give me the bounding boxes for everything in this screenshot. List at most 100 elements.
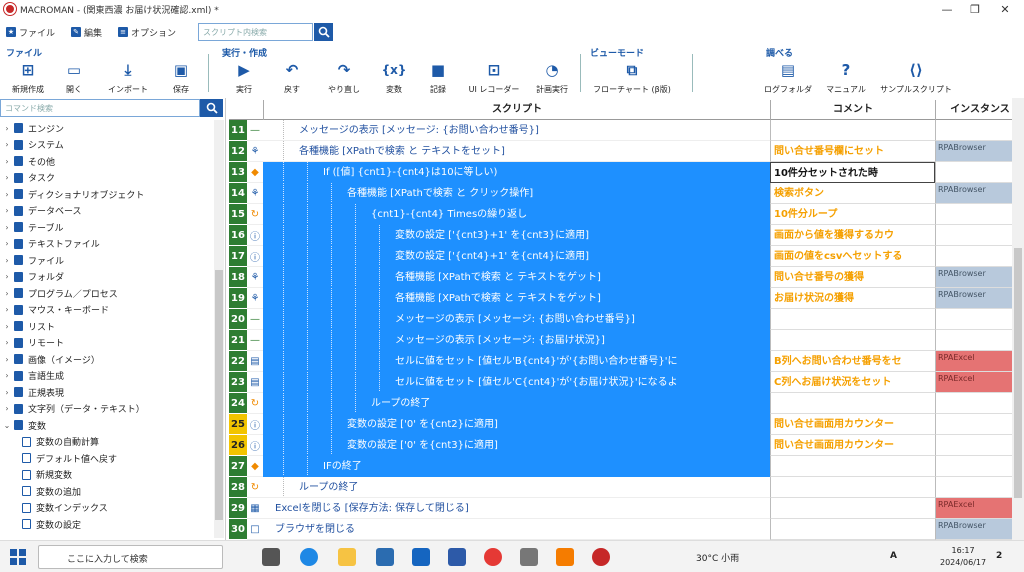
instance-cell[interactable]: RPAExcel [935, 498, 1013, 519]
table-row[interactable]: 26 ⓘ 変数の設定 ['0' を{cnt3}に適用] 問い合せ画面用カウンター [229, 435, 1024, 456]
table-row[interactable]: 24 ↻ ループの終了 [229, 393, 1024, 414]
undo-button[interactable]: ↶ 戻す [268, 58, 316, 98]
tree-child-item[interactable]: 変数の設定 [0, 516, 212, 533]
variable-button[interactable]: {x} 変数 [370, 58, 418, 98]
table-row[interactable]: 28 ↻ ループの終了 [229, 477, 1024, 498]
script-cell[interactable]: {cnt1}-{cnt4} Timesの繰り返し [263, 204, 770, 225]
script-cell[interactable]: 変数の設定 ['0' を{cnt3}に適用] [263, 435, 770, 456]
instance-cell[interactable]: RPABrowser [935, 519, 1013, 540]
header-instance[interactable]: インスタンス [935, 100, 1024, 120]
instance-cell[interactable] [935, 204, 1013, 225]
tree-item[interactable]: › フォルダ [0, 269, 212, 286]
table-row[interactable]: 15 ↻ {cnt1}-{cnt4} Timesの繰り返し 10件分ループ [229, 204, 1024, 225]
tree-item[interactable]: › 言語生成 [0, 368, 212, 385]
table-row[interactable]: 21— メッセージの表示 [メッセージ: {お届け状況}] [229, 330, 1024, 351]
macroman-taskbar-icon[interactable] [592, 548, 610, 566]
mail-icon[interactable] [412, 548, 430, 566]
tree-item[interactable]: ⌄ 変数 [0, 417, 212, 434]
comment-cell[interactable]: 画面の値をcsvへセットする [770, 246, 935, 267]
tree-item[interactable]: › ファイル [0, 252, 212, 269]
explorer-icon[interactable] [338, 548, 356, 566]
tree-child-item[interactable]: デフォルト値へ戻す [0, 450, 212, 467]
comment-cell[interactable]: お届け状況の獲得 [770, 288, 935, 309]
command-search-button[interactable] [200, 99, 223, 117]
script-cell[interactable]: メッセージの表示 [メッセージ: {お問い合わせ番号}] [263, 120, 770, 141]
minimize-icon[interactable]: — [932, 0, 962, 18]
tree-item[interactable]: › エンジン [0, 120, 212, 137]
store-icon[interactable] [376, 548, 394, 566]
task-view-icon[interactable] [262, 548, 280, 566]
tree-item[interactable]: › リスト [0, 318, 212, 335]
comment-cell[interactable]: 問い合せ画面用カウンター [770, 435, 935, 456]
script-cell[interactable]: セルに値をセット [値セル'B{cnt4}'が'{お問い合わせ番号}'に [263, 351, 770, 372]
instance-cell[interactable]: RPABrowser [935, 267, 1013, 288]
script-cell[interactable]: 各種機能 [XPathで検索 と テキストをゲット] [263, 288, 770, 309]
script-cell[interactable]: 変数の設定 ['0' を{cnt2}に適用] [263, 414, 770, 435]
script-cell[interactable]: 各種機能 [XPathで検索 と テキストをゲット] [263, 267, 770, 288]
script-cell[interactable]: 各種機能 [XPathで検索 と クリック操作] [263, 183, 770, 204]
comment-cell[interactable] [770, 309, 935, 330]
instance-cell[interactable] [935, 414, 1013, 435]
menu-edit[interactable]: ✎ 編集 [71, 26, 102, 39]
menu-file[interactable]: ★ ファイル [6, 26, 55, 39]
tree-child-item[interactable]: 変数の追加 [0, 483, 212, 500]
script-cell[interactable]: ループの終了 [263, 393, 770, 414]
script-cell[interactable]: メッセージの表示 [メッセージ: {お問い合わせ番号}] [263, 309, 770, 330]
comment-cell[interactable] [770, 519, 935, 540]
header-script[interactable]: スクリプト [263, 100, 770, 120]
table-row[interactable]: 17 ⓘ 変数の設定 ['{cnt4}+1' を{cnt4}に適用] 画面の値をcsv… [229, 246, 1024, 267]
comment-cell[interactable]: 画面から値を獲得するカウ [770, 225, 935, 246]
maximize-icon[interactable]: ❐ [960, 0, 990, 18]
script-cell[interactable]: ループの終了 [263, 477, 770, 498]
comment-cell[interactable]: 10件分セットされた時 [770, 162, 935, 183]
tree-item[interactable]: › マウス・キーボード [0, 302, 212, 319]
command-search-input[interactable]: コマンド検索 [0, 99, 200, 117]
table-row[interactable]: 25 ⓘ 変数の設定 ['0' を{cnt2}に適用] 問い合せ画面用カウンター [229, 414, 1024, 435]
instance-cell[interactable]: RPAExcel [935, 372, 1013, 393]
open-button[interactable]: ▭ 開く [50, 58, 98, 98]
tree-item[interactable]: › ディクショナリオブジェクト [0, 186, 212, 203]
grid-scrollbar[interactable] [1012, 98, 1024, 540]
instance-cell[interactable] [935, 225, 1013, 246]
scroll-thumb[interactable] [215, 270, 223, 520]
script-cell[interactable]: 変数の設定 ['{cnt4}+1' を{cnt4}に適用] [263, 246, 770, 267]
instance-cell[interactable] [935, 309, 1013, 330]
sample-script-button[interactable]: ⟨⟩ サンプルスクリプト [880, 58, 952, 98]
header-comment[interactable]: コメント [770, 100, 935, 120]
run-button[interactable]: ▶ 実行 [220, 58, 268, 98]
table-row[interactable]: 30 □ ブラウザを閉じる RPABrowser [229, 519, 1024, 540]
comment-cell[interactable]: C列へお届け状況をセット [770, 372, 935, 393]
table-row[interactable]: 29 ▦ Excelを閉じる [保存方法: 保存して閉じる] RPAExcel [229, 498, 1024, 519]
menu-options[interactable]: ≡ オプション [118, 26, 176, 39]
script-search-input[interactable]: スクリプト内検索 [198, 23, 313, 41]
comment-cell[interactable] [770, 477, 935, 498]
instance-cell[interactable]: RPABrowser [935, 141, 1013, 162]
comment-cell[interactable]: 検索ボタン [770, 183, 935, 204]
script-cell[interactable]: 変数の設定 ['{cnt3}+1' を{cnt3}に適用] [263, 225, 770, 246]
script-cell[interactable]: If ([値] {cnt1}-{cnt4}は10に等しい) [263, 162, 770, 183]
chrome-icon[interactable] [484, 548, 502, 566]
instance-cell[interactable] [935, 393, 1013, 414]
ui-recorder-button[interactable]: ⊡ UI レコーダー [469, 58, 520, 98]
script-cell[interactable]: メッセージの表示 [メッセージ: {お届け状況}] [263, 330, 770, 351]
tree-item[interactable]: › テキストファイル [0, 236, 212, 253]
table-row[interactable]: 16 ⓘ 変数の設定 ['{cnt3}+1' を{cnt3}に適用] 画面から値を獲得… [229, 225, 1024, 246]
ime-indicator[interactable]: A [890, 551, 897, 561]
script-search-button[interactable] [314, 23, 333, 41]
table-row[interactable]: 14 ⚘ 各種機能 [XPathで検索 と クリック操作] 検索ボタン RPABrows… [229, 183, 1024, 204]
table-row[interactable]: 20— メッセージの表示 [メッセージ: {お問い合わせ番号}] [229, 309, 1024, 330]
comment-cell[interactable]: 問い合せ番号欄にセット [770, 141, 935, 162]
tree-item[interactable]: › その他 [0, 153, 212, 170]
tree-child-item[interactable]: 変数インデックス [0, 500, 212, 517]
table-row[interactable]: 13 ◆ If ([値] {cnt1}-{cnt4}は10に等しい) 10件分セットさ… [229, 162, 1024, 183]
tree-child-item[interactable]: 新規変数 [0, 467, 212, 484]
table-row[interactable]: 12 ⚘ 各種機能 [XPathで検索 と テキストをセット] 問い合せ番号欄にセット… [229, 141, 1024, 162]
tree-item[interactable]: › リモート [0, 335, 212, 352]
instance-cell[interactable] [935, 456, 1013, 477]
script-cell[interactable]: 各種機能 [XPathで検索 と テキストをセット] [263, 141, 770, 162]
tree-item[interactable]: › タスク [0, 170, 212, 187]
comment-cell[interactable]: 問い合せ画面用カウンター [770, 414, 935, 435]
comment-cell[interactable]: B列へお問い合わせ番号をセ [770, 351, 935, 372]
comment-cell[interactable] [770, 120, 935, 141]
calculator-icon[interactable] [520, 548, 538, 566]
